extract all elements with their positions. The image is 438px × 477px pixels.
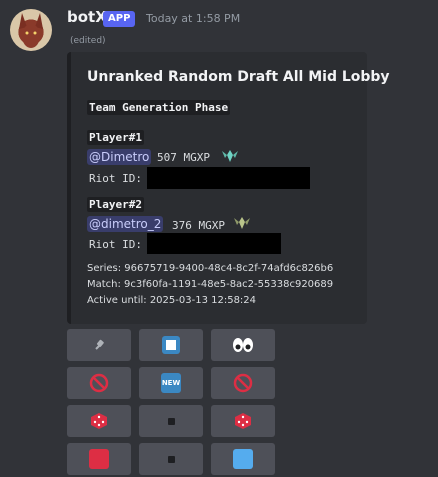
- match-id: Match: 9c3f60fa-1191-48e5-8ac2-55338c920…: [87, 279, 334, 290]
- player2-riot-id-redacted: [147, 233, 281, 254]
- eyes-icon: [233, 338, 253, 352]
- series-id: Series: 96675719-9400-48c4-8c2f-74afd6c8…: [87, 263, 334, 274]
- blank-button-2[interactable]: [139, 443, 203, 475]
- player1-riot-id-redacted: [147, 167, 310, 189]
- prohibited-icon: [89, 373, 109, 393]
- prohibit-button-1[interactable]: [67, 367, 131, 399]
- timestamp: Today at 1:58 PM: [146, 12, 241, 25]
- edited-label: (edited): [70, 36, 106, 46]
- username[interactable]: botX: [67, 8, 107, 26]
- spectate-button[interactable]: [211, 329, 275, 361]
- player1-riot-label: Riot ID:: [89, 172, 142, 185]
- phase-label: Team Generation Phase: [87, 100, 231, 115]
- small-square-icon: [167, 455, 175, 463]
- plug-icon: [95, 339, 104, 350]
- new-icon: NEW: [161, 373, 181, 393]
- player2-label: Player#2: [87, 197, 144, 212]
- small-square-icon: [167, 417, 175, 425]
- prohibited-icon: [233, 373, 253, 393]
- rank-emblem-icon: [234, 217, 250, 229]
- dice-button-1[interactable]: [67, 405, 131, 437]
- app-badge: APP: [103, 11, 136, 27]
- new-icon-label: NEW: [161, 378, 181, 387]
- avatar[interactable]: [10, 9, 52, 51]
- die-icon: [91, 413, 107, 429]
- stop-icon: [162, 336, 180, 354]
- player1-label: Player#1: [87, 130, 144, 145]
- active-until: Active until: 2025-03-13 12:58:24: [87, 295, 257, 306]
- plug-button[interactable]: [67, 329, 131, 361]
- blank-button-1[interactable]: [139, 405, 203, 437]
- player2-mgxp: 376 MGXP: [172, 219, 225, 232]
- player2-riot-label: Riot ID:: [89, 238, 142, 251]
- player1-mgxp: 507 MGXP: [157, 151, 210, 164]
- embed-title: Unranked Random Draft All Mid Lobby: [87, 69, 390, 85]
- stop-button[interactable]: [139, 329, 203, 361]
- rank-emblem-icon: [222, 150, 238, 162]
- embed: Unranked Random Draft All Mid Lobby Team…: [67, 52, 390, 324]
- prohibit-button-2[interactable]: [211, 367, 275, 399]
- blue-team-button[interactable]: [211, 443, 275, 475]
- blue-square-icon: [233, 449, 253, 469]
- red-team-button[interactable]: [67, 443, 131, 475]
- dice-button-2[interactable]: [211, 405, 275, 437]
- new-button[interactable]: NEW: [139, 367, 203, 399]
- die-icon: [235, 413, 251, 429]
- player2-mention[interactable]: @dimetro_2: [87, 216, 164, 232]
- player1-mention[interactable]: @Dimetro: [87, 149, 152, 165]
- red-square-icon: [89, 449, 109, 469]
